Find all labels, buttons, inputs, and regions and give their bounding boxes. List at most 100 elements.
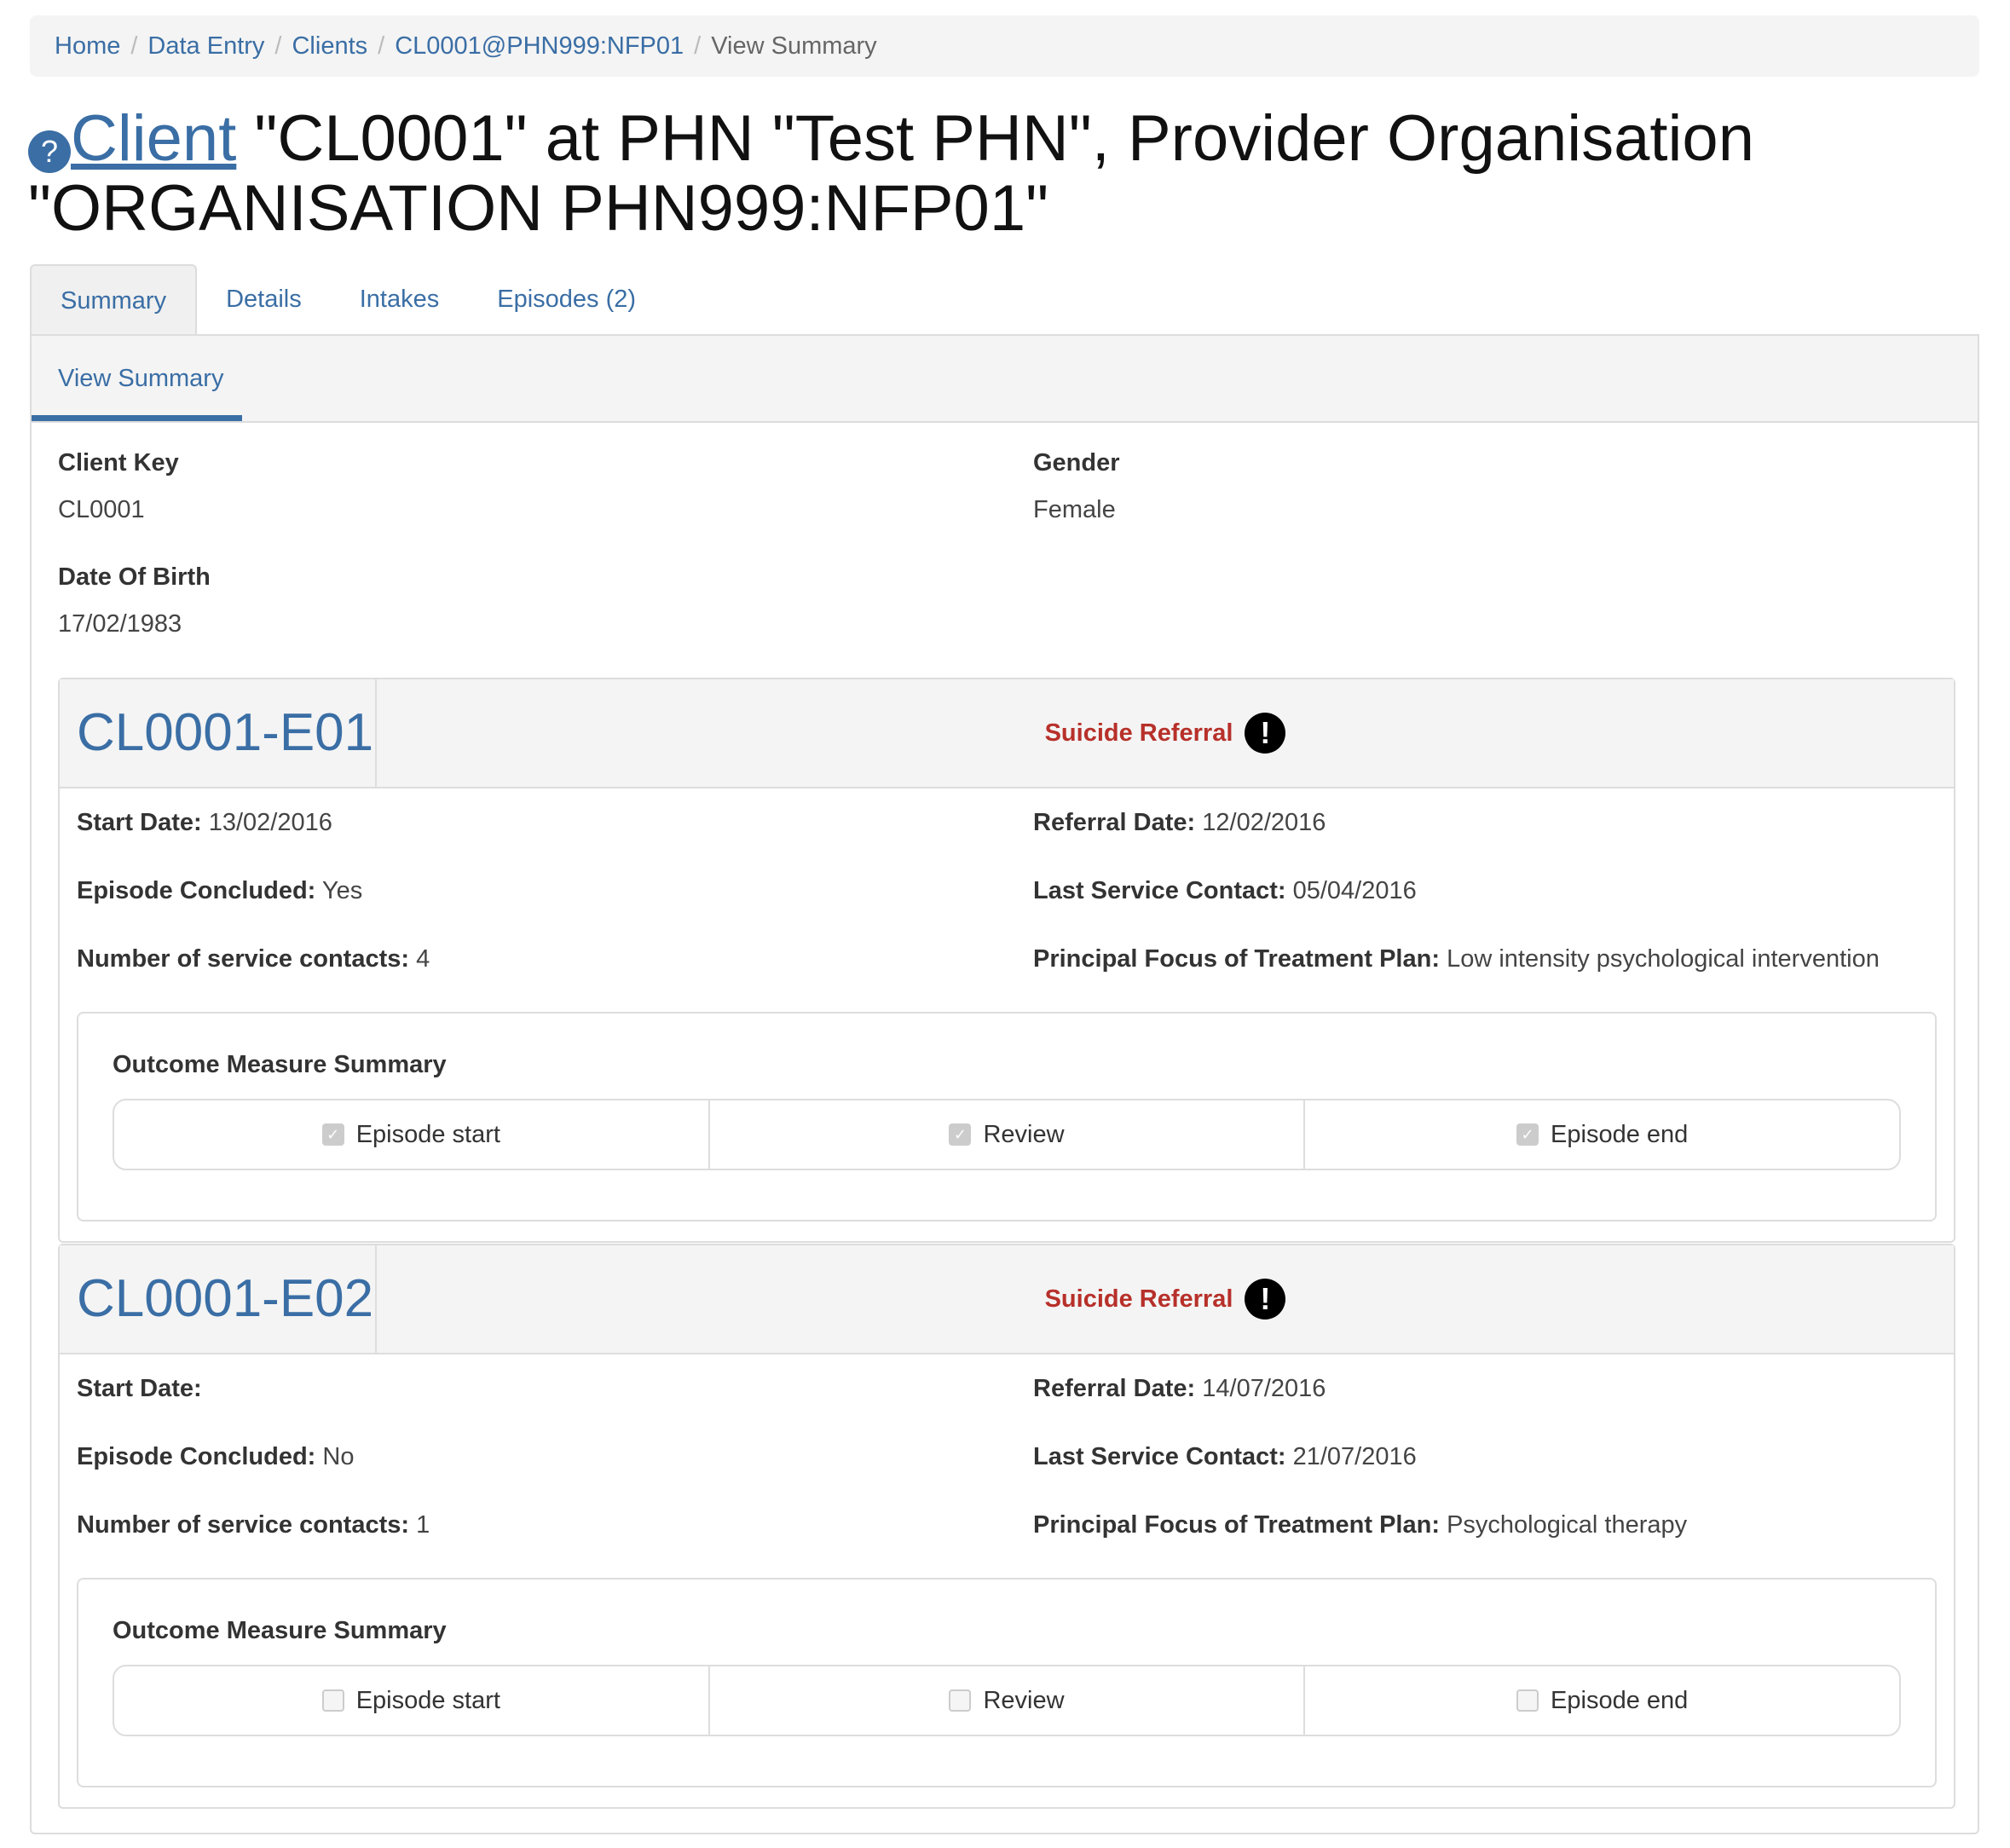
oms-episode-start: Episode start [114,1666,710,1735]
treatment-focus-label: Principal Focus of Treatment Plan: [1033,945,1440,973]
suicide-referral-label: Suicide Referral [1044,1285,1233,1313]
oms-episode-end: ✓ Episode end [1305,1100,1899,1169]
subnav-view-summary[interactable]: View Summary [32,336,242,421]
tab-summary[interactable]: Summary [30,264,198,334]
client-key-field: Client Key CL0001 [58,449,179,524]
service-contacts-value: 4 [416,945,430,973]
start-date-label: Start Date: [77,1375,202,1402]
outcome-measure-group: Episode start Review Episode end [113,1665,1901,1736]
outcome-measure-group: ✓ Episode start ✓ Review ✓ Episode end [113,1099,1901,1170]
tab-intakes[interactable]: Intakes [331,264,469,334]
dob-value: 17/02/1983 [58,610,182,638]
referral-date: Referral Date: 12/02/2016 [1033,809,1326,837]
episode-key-link[interactable]: CL0001-E02 [60,1245,377,1353]
suicide-referral-flag: Suicide Referral ! [377,1245,1954,1353]
last-service-contact-value: 21/07/2016 [1292,1443,1417,1470]
episode-concluded: Episode Concluded: No [77,1443,354,1471]
breadcrumb-separator: / [130,32,138,60]
dob-label: Date Of Birth [58,563,211,591]
dob-field: Date Of Birth 17/02/1983 [58,563,211,638]
oms-review-label: Review [983,1686,1065,1714]
oms-episode-start: ✓ Episode start [114,1100,710,1169]
service-contacts: Number of service contacts: 1 [77,1511,430,1539]
help-icon[interactable]: ? [28,130,71,173]
summary-panel: View Summary Client Key CL0001 Gender Fe… [30,334,1979,1834]
episode-concluded-label: Episode Concluded: [77,1443,316,1470]
referral-date: Referral Date: 14/07/2016 [1033,1375,1326,1403]
breadcrumb-client[interactable]: CL0001@PHN999:NFP01 [395,32,684,61]
treatment-focus: Principal Focus of Treatment Plan: Low i… [1033,945,1880,973]
last-service-contact: Last Service Contact: 21/07/2016 [1033,1443,1417,1471]
service-contacts-label: Number of service contacts: [77,1511,410,1539]
start-date: Start Date: 13/02/2016 [77,809,332,837]
checkbox-checked-icon: ✓ [1516,1123,1539,1146]
treatment-focus-value: Low intensity psychological intervention [1447,945,1880,973]
last-service-contact-label: Last Service Contact: [1033,877,1286,904]
breadcrumb: Home / Data Entry / Clients / CL0001@PHN… [30,15,1979,77]
service-contacts-label: Number of service contacts: [77,945,410,973]
outcome-measure-title: Outcome Measure Summary [113,1617,447,1644]
service-contacts-value: 1 [416,1511,430,1539]
oms-episode-end-label: Episode end [1551,1120,1689,1148]
last-service-contact: Last Service Contact: 05/04/2016 [1033,877,1417,905]
treatment-focus-value: Psychological therapy [1447,1511,1688,1539]
referral-date-value: 14/07/2016 [1202,1375,1326,1402]
checkbox-unchecked-icon [1516,1689,1539,1712]
episode-concluded-value: Yes [321,877,363,904]
treatment-focus-label: Principal Focus of Treatment Plan: [1033,1511,1440,1539]
referral-date-label: Referral Date: [1033,809,1196,836]
referral-date-label: Referral Date: [1033,1375,1196,1402]
oms-review-label: Review [983,1120,1065,1148]
oms-review: ✓ Review [710,1100,1306,1169]
page-title-text: "CL0001" at PHN "Test PHN", Provider Org… [28,102,1754,245]
outcome-measure-title: Outcome Measure Summary [113,1051,447,1078]
episode-panel: CL0001-E02 Suicide Referral ! Start Date… [58,1244,1955,1809]
episode-concluded-value: No [322,1443,355,1470]
last-service-contact-value: 05/04/2016 [1292,877,1417,904]
gender-field: Gender Female [1033,449,1120,524]
sub-navigation: View Summary [32,336,1978,423]
client-help-link[interactable]: Client [71,102,236,175]
exclamation-icon: ! [1245,713,1286,754]
episode-body: Start Date: 13/02/2016 Referral Date: 12… [60,788,1954,1240]
referral-date-value: 12/02/2016 [1202,809,1326,836]
last-service-contact-label: Last Service Contact: [1033,1443,1286,1470]
outcome-measure-summary: Outcome Measure Summary ✓ Episode start ✓… [77,1012,1937,1221]
breadcrumb-clients[interactable]: Clients [292,32,367,61]
client-key-label: Client Key [58,449,179,476]
start-date-value: 13/02/2016 [208,809,332,836]
treatment-focus: Principal Focus of Treatment Plan: Psych… [1033,1511,1687,1539]
tab-bar: Summary Details Intakes Episodes (2) [30,264,665,334]
episode-header: CL0001-E01 Suicide Referral ! [60,679,1954,788]
breadcrumb-separator: / [274,32,282,60]
start-date-label: Start Date: [77,809,202,836]
outcome-measure-summary: Outcome Measure Summary Episode start Re… [77,1578,1937,1787]
checkbox-unchecked-icon [321,1689,344,1712]
tab-episodes[interactable]: Episodes (2) [468,264,665,334]
episode-key-link[interactable]: CL0001-E01 [60,679,377,787]
oms-episode-end: Episode end [1305,1666,1899,1735]
tab-details[interactable]: Details [197,264,331,334]
suicide-referral-label: Suicide Referral [1044,719,1233,747]
episode-body: Start Date: Referral Date: 14/07/2016 Ep… [60,1354,1954,1806]
client-key-value: CL0001 [58,496,145,523]
episode-header: CL0001-E02 Suicide Referral ! [60,1245,1954,1354]
start-date: Start Date: [77,1375,202,1403]
service-contacts: Number of service contacts: 4 [77,945,430,973]
episode-panel: CL0001-E01 Suicide Referral ! Start Date… [58,678,1955,1243]
episode-concluded: Episode Concluded: Yes [77,877,362,905]
page-title: ? Client "CL0001" at PHN "Test PHN", Prov… [28,104,1972,244]
episode-concluded-label: Episode Concluded: [77,877,316,904]
checkbox-checked-icon: ✓ [949,1123,972,1146]
checkbox-unchecked-icon [949,1689,972,1712]
oms-episode-start-label: Episode start [355,1686,500,1714]
exclamation-icon: ! [1245,1279,1286,1320]
breadcrumb-current: View Summary [711,32,877,60]
oms-episode-end-label: Episode end [1551,1686,1689,1714]
oms-review: Review [710,1666,1306,1735]
breadcrumb-separator: / [694,32,702,60]
breadcrumb-separator: / [378,32,385,60]
breadcrumb-home[interactable]: Home [55,32,120,61]
oms-episode-start-label: Episode start [355,1120,500,1148]
breadcrumb-data-entry[interactable]: Data Entry [147,32,264,61]
